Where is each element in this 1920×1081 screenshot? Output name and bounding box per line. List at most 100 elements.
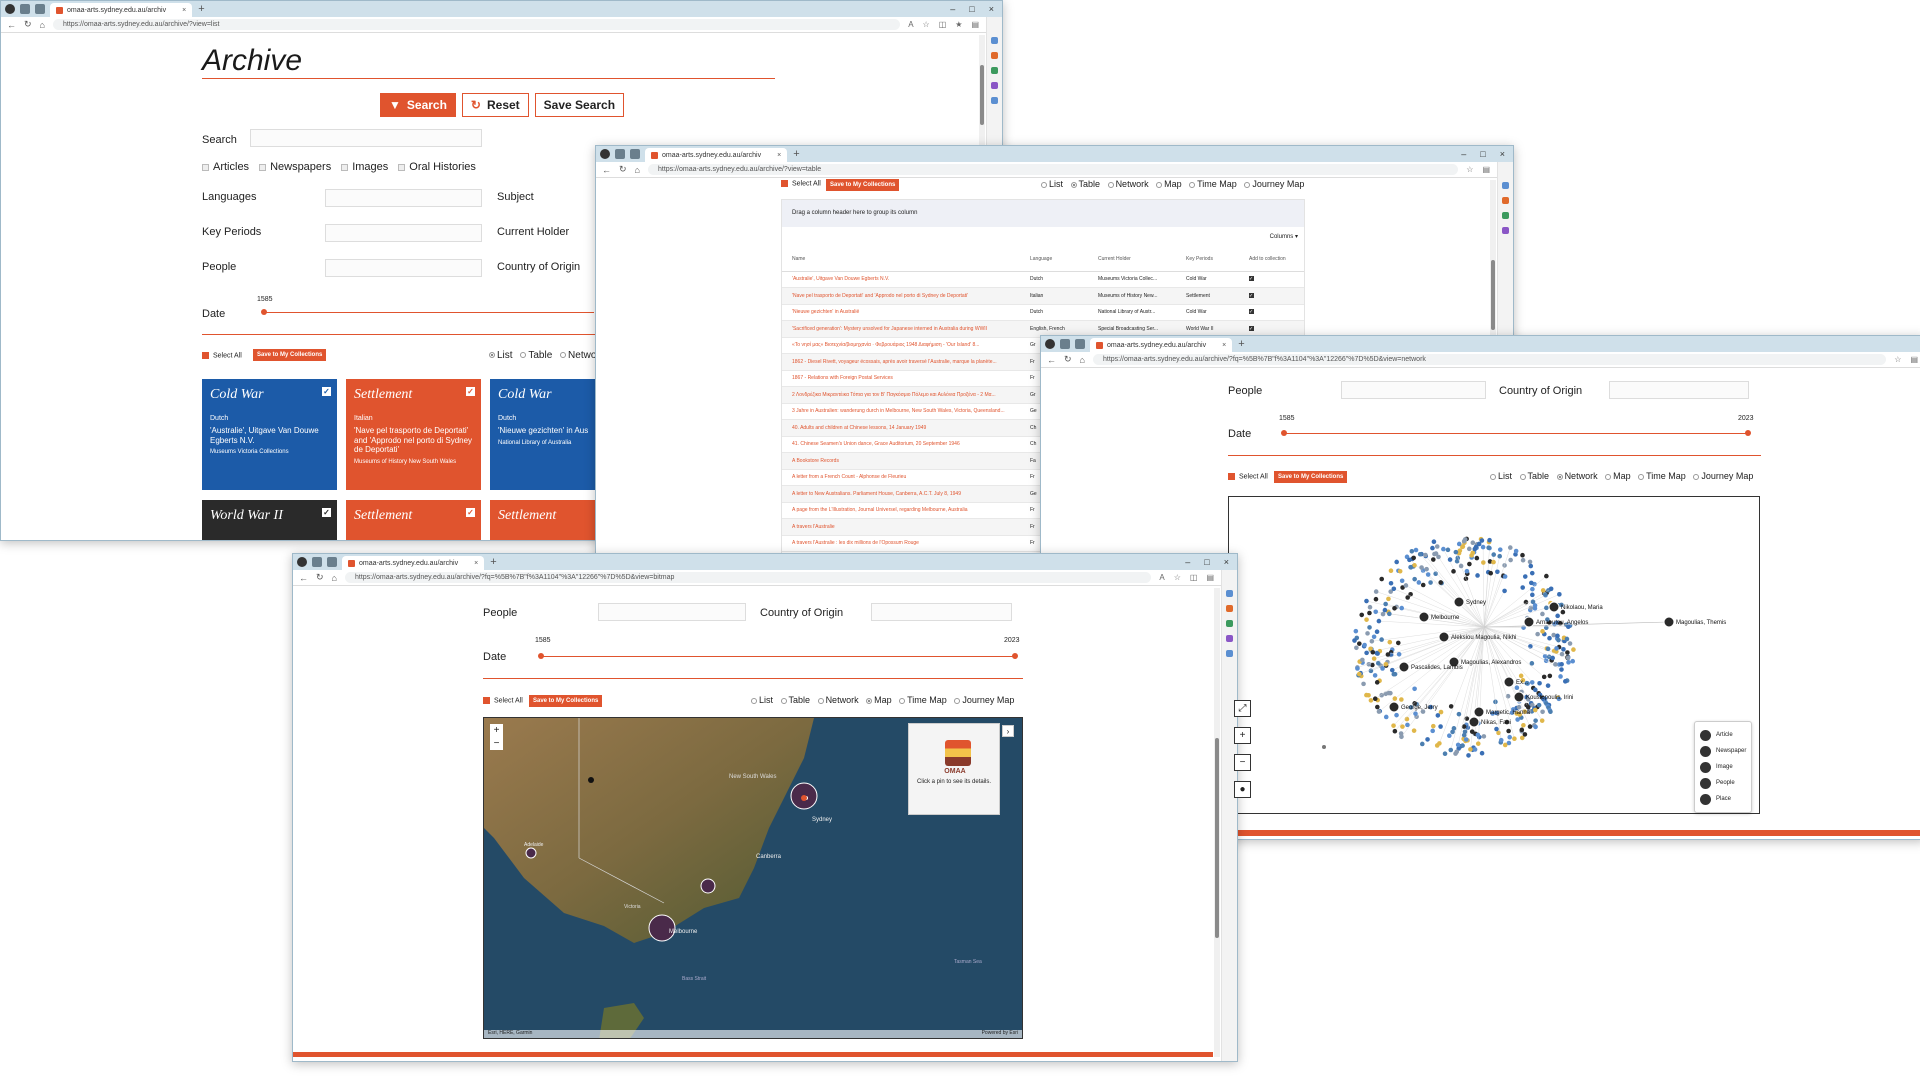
network-node[interactable] [1547, 635, 1552, 641]
pin-selected[interactable] [801, 795, 807, 801]
network-node[interactable] [1361, 681, 1366, 687]
network-node[interactable] [1405, 595, 1410, 600]
network-node[interactable] [1376, 709, 1382, 714]
network-node[interactable] [1513, 548, 1519, 554]
network-node[interactable] [1407, 557, 1412, 563]
col-add[interactable]: Add to collection [1239, 247, 1304, 272]
col-language[interactable]: Language [1020, 247, 1088, 272]
network-node[interactable] [1535, 631, 1540, 637]
search-input[interactable] [250, 129, 482, 147]
tools-icon[interactable] [1226, 605, 1233, 612]
network-node[interactable] [1533, 687, 1538, 693]
tab-actions-icon[interactable] [1075, 339, 1085, 349]
view-list[interactable]: List [746, 695, 773, 705]
network-node[interactable] [1542, 592, 1548, 597]
view-journey-map[interactable]: Journey Map [1239, 179, 1304, 189]
network-node[interactable] [1537, 680, 1542, 686]
network-node[interactable] [1554, 646, 1559, 651]
cell-name[interactable]: 40. Adults and children at Chinese lesso… [782, 419, 1020, 437]
network-node[interactable] [1540, 611, 1545, 617]
network-node[interactable] [1365, 631, 1370, 636]
network-node[interactable] [1374, 680, 1380, 685]
browser-tab[interactable]: omaa-arts.sydney.edu.au/archiv × [645, 148, 788, 162]
search-button[interactable]: ▼ Search [380, 93, 456, 117]
network-node[interactable] [1557, 592, 1562, 597]
network-node[interactable] [1399, 605, 1405, 611]
collections-icon[interactable]: ▤ [1206, 573, 1214, 582]
cell-name[interactable]: 'Sacrificed generation': Mystery unsolve… [782, 320, 1020, 338]
network-node[interactable] [1474, 555, 1480, 561]
network-node[interactable] [1403, 583, 1409, 588]
read-aloud-icon[interactable]: A [1159, 573, 1164, 582]
select-all[interactable]: Select All [781, 180, 821, 187]
network-node[interactable] [1540, 629, 1545, 634]
network-node[interactable] [1371, 634, 1377, 640]
network-node[interactable] [1544, 605, 1549, 611]
network-node[interactable] [1479, 538, 1485, 543]
network-node[interactable] [1374, 629, 1380, 635]
network-node[interactable] [1424, 566, 1429, 572]
network-node[interactable] [1445, 547, 1451, 553]
network-node[interactable] [1540, 588, 1546, 593]
view-journey-map[interactable]: Journey Map [1688, 471, 1753, 481]
network-node[interactable] [1373, 596, 1379, 602]
scrollbar[interactable] [1214, 588, 1220, 1057]
network-node[interactable] [1438, 709, 1444, 715]
network-node[interactable] [1364, 598, 1369, 604]
profile-icon[interactable] [297, 557, 307, 567]
network-node[interactable] [1368, 698, 1374, 703]
close-tab-icon[interactable]: × [1222, 342, 1226, 349]
reset-button[interactable]: ↻ Reset [461, 93, 529, 117]
profile-icon[interactable] [1045, 339, 1055, 349]
close-tab-icon[interactable]: × [474, 560, 478, 567]
network-node[interactable] [1514, 685, 1520, 691]
view-network[interactable]: Network [1552, 471, 1598, 481]
network-node[interactable] [1507, 734, 1512, 740]
network-node[interactable] [1464, 568, 1470, 574]
zoom-in-button[interactable]: + [1234, 727, 1251, 744]
browser-tab[interactable]: omaa-arts.sydney.edu.au/archiv × [50, 3, 193, 17]
network-node[interactable] [1545, 683, 1551, 688]
network-node[interactable] [1451, 569, 1456, 574]
network-node[interactable] [1430, 545, 1435, 551]
new-tab-icon[interactable]: + [198, 3, 204, 15]
people-field[interactable] [325, 259, 482, 277]
people-field[interactable] [598, 603, 746, 621]
type-oral-histories[interactable]: Oral Histories [398, 161, 476, 173]
view-list[interactable]: List [1036, 179, 1063, 189]
save-to-collections-button[interactable]: Save to My Collections [529, 695, 603, 707]
cell-add-checkbox[interactable]: ✓ [1239, 271, 1304, 288]
network-node[interactable] [1541, 674, 1547, 680]
office-icon[interactable] [991, 67, 998, 74]
network-node[interactable] [1559, 667, 1564, 672]
cell-add-checkbox[interactable]: ✓ [1239, 304, 1304, 321]
network-node[interactable] [1520, 557, 1526, 563]
network-node[interactable] [1470, 540, 1476, 546]
office-icon[interactable] [1502, 212, 1509, 219]
maximize-icon[interactable]: □ [1204, 557, 1209, 567]
cell-name[interactable]: A page from the L'Illustration, Journal … [782, 502, 1020, 519]
network-node[interactable] [1352, 638, 1357, 643]
network-node[interactable] [1467, 561, 1472, 567]
network-node[interactable] [1555, 633, 1560, 639]
network-node[interactable] [1533, 718, 1538, 723]
network-node[interactable] [1364, 692, 1369, 698]
network-node[interactable] [1438, 580, 1444, 585]
network-node[interactable] [1473, 544, 1479, 550]
minimize-icon[interactable]: – [1185, 557, 1190, 567]
workspaces-icon[interactable] [1060, 339, 1070, 349]
network-node[interactable] [1545, 646, 1551, 652]
network-named-node[interactable] [1513, 691, 1525, 703]
network-node[interactable] [1354, 645, 1359, 651]
network-node[interactable] [1409, 548, 1415, 554]
network-node[interactable] [1453, 751, 1458, 756]
games-icon[interactable] [1502, 227, 1509, 234]
network-node[interactable] [1458, 563, 1464, 569]
minimize-icon[interactable]: – [950, 4, 955, 14]
network-node[interactable] [1491, 552, 1497, 557]
view-list[interactable]: List [484, 350, 513, 361]
network-node[interactable] [1392, 728, 1398, 734]
cell-name[interactable]: A letter to New Australians. Parliament … [782, 485, 1020, 503]
network-node[interactable] [1383, 661, 1389, 667]
home-icon[interactable]: ⌂ [40, 20, 45, 30]
